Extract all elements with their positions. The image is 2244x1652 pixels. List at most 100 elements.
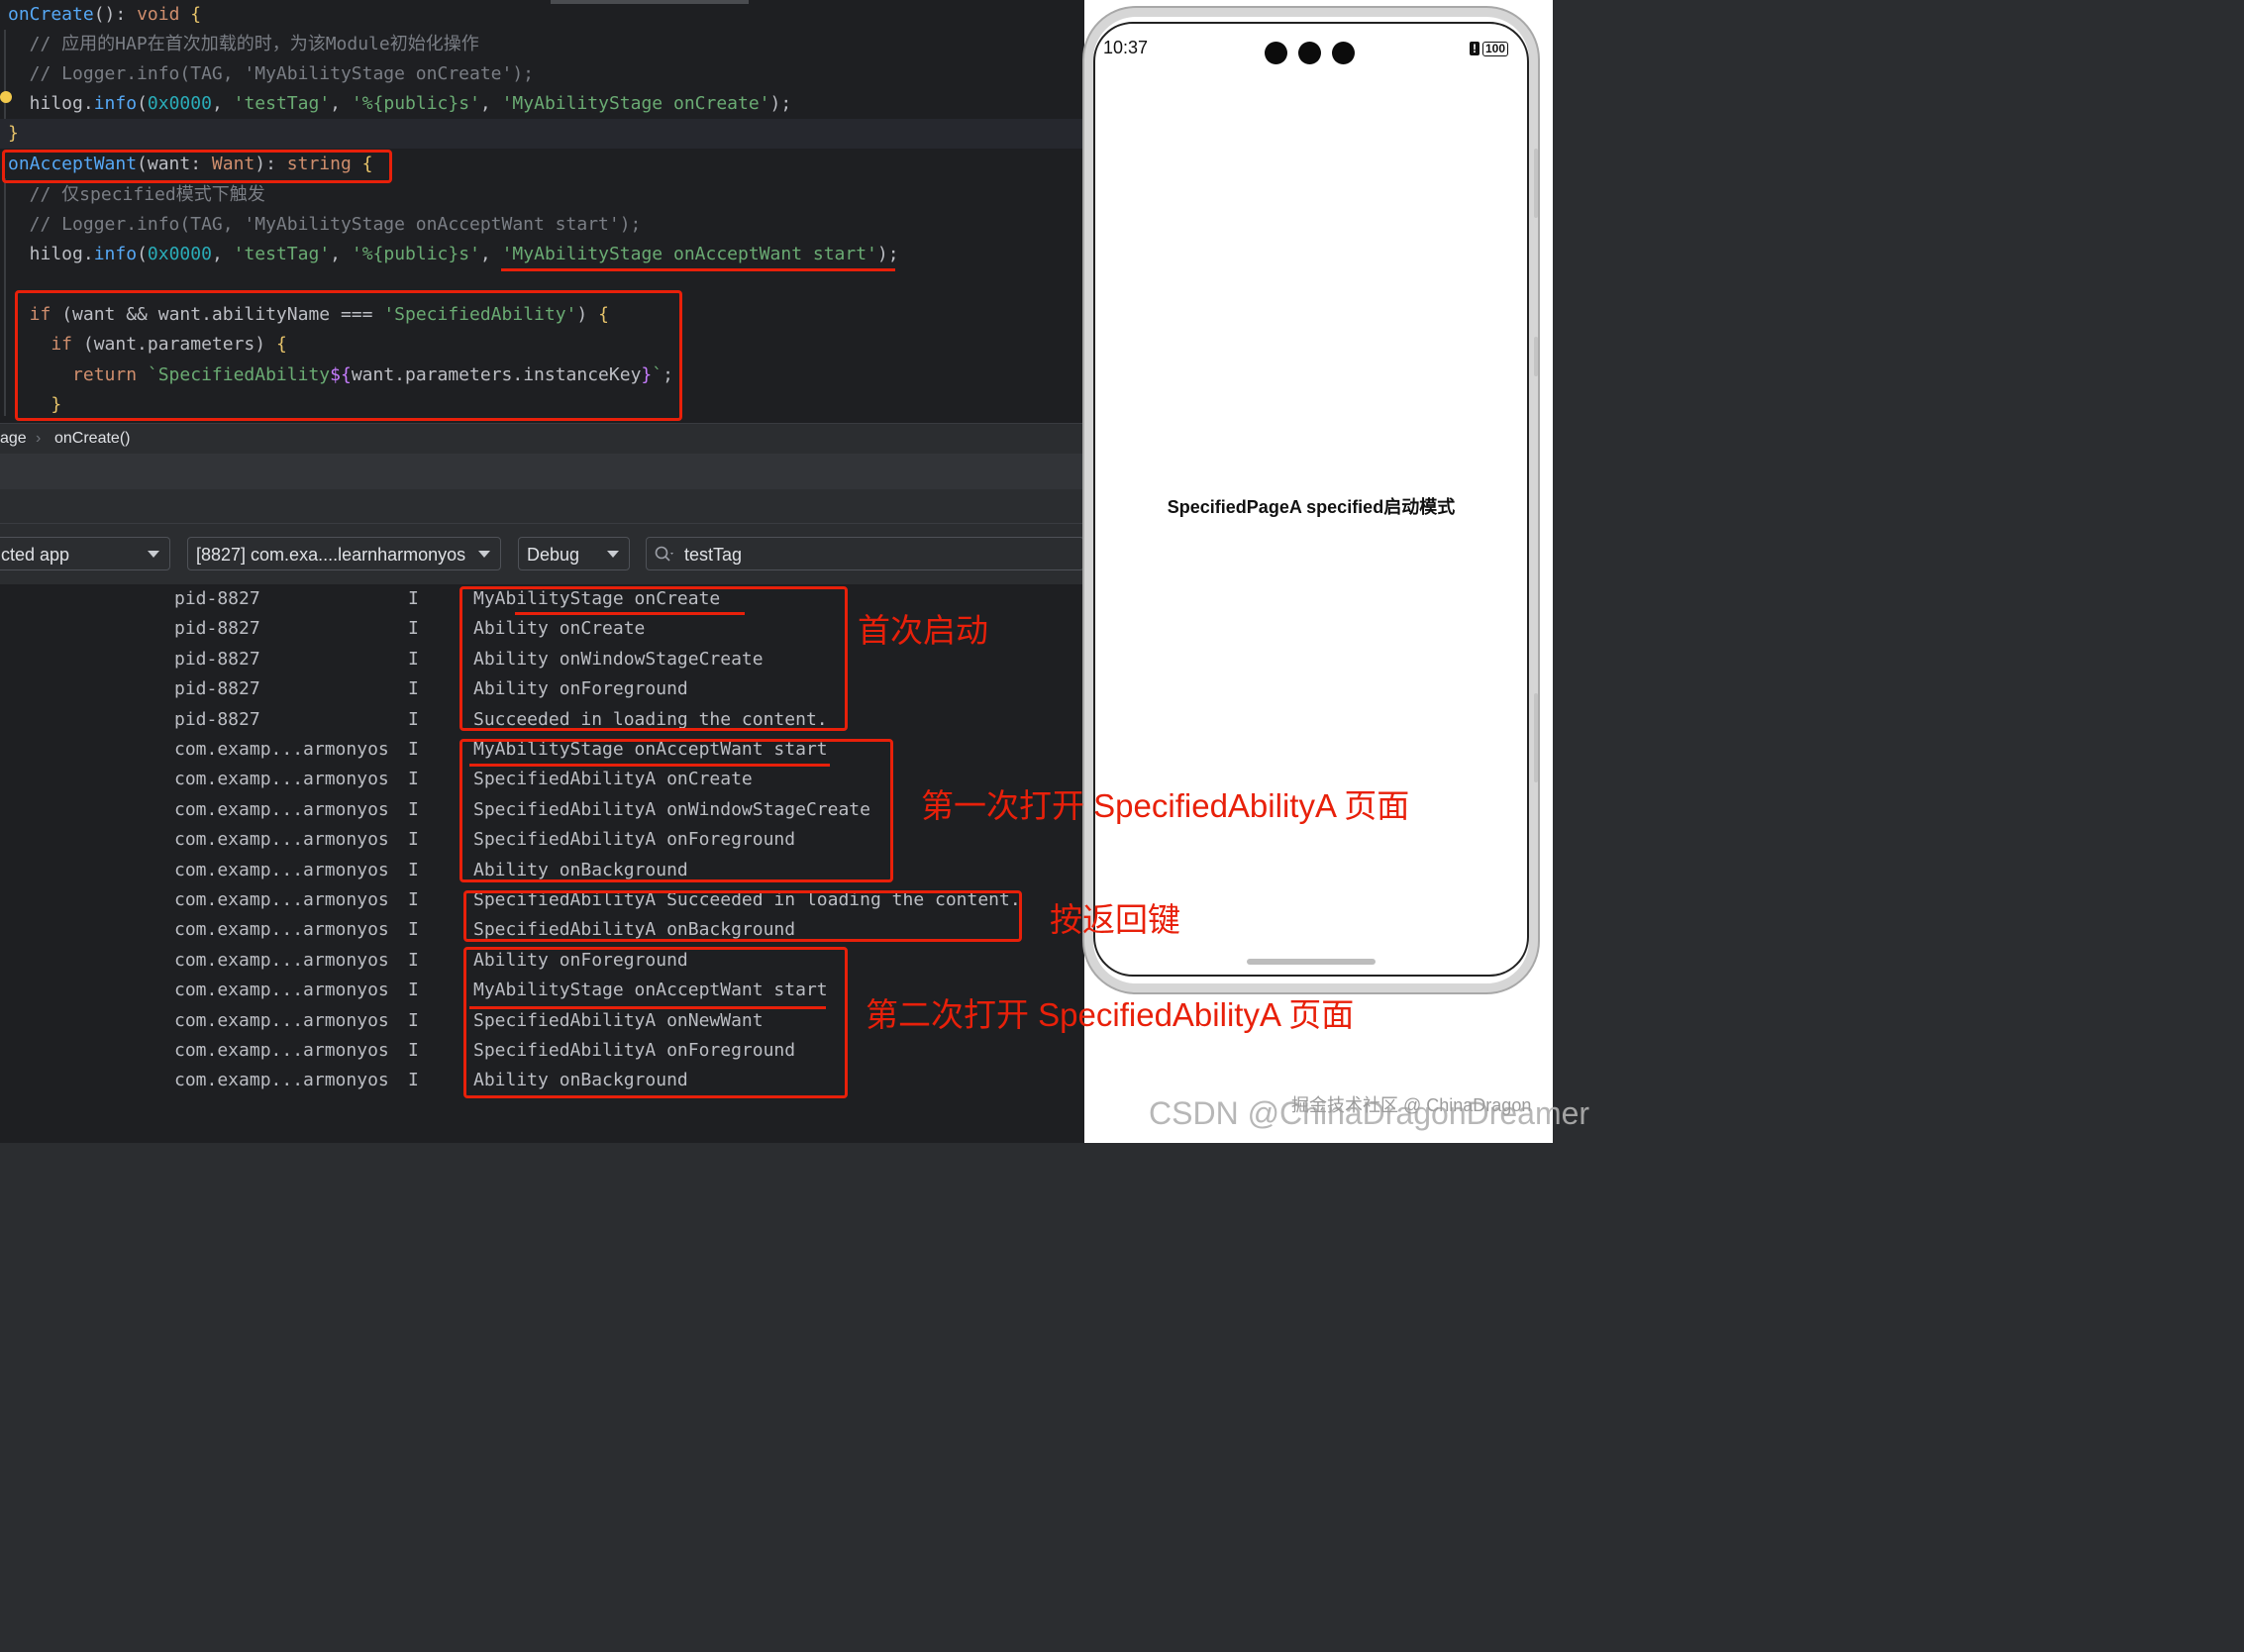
code-token: 'MyAbilityStage onCreate' — [501, 93, 770, 114]
code-token: ); — [876, 244, 899, 264]
dropdown-arrow-icon — [607, 551, 619, 558]
code-token: onCreate — [8, 4, 94, 25]
code-token: '%{public}s' — [351, 244, 480, 264]
panel-header — [0, 489, 1084, 523]
code-token: , — [330, 244, 352, 264]
lightbulb-icon[interactable] — [0, 91, 12, 103]
home-indicator[interactable] — [1247, 959, 1376, 965]
code-line: // Logger.info(TAG, 'MyAbilityStage onCr… — [8, 59, 534, 89]
camera-icon — [1298, 42, 1321, 64]
code-token: info — [93, 93, 138, 114]
alert-icon: ! — [1470, 42, 1479, 55]
log-level: I — [408, 829, 419, 851]
log-level: I — [408, 618, 419, 640]
search-icon — [655, 546, 673, 562]
code-token: , — [211, 244, 234, 264]
battery-icon: 100 — [1482, 42, 1509, 56]
log-level: I — [408, 678, 419, 700]
code-token: void — [137, 4, 180, 25]
log-level: I — [408, 769, 419, 790]
code-token: (): — [93, 4, 138, 25]
log-tag: com.examp...armonyos — [174, 798, 389, 820]
panel-tabs-bar — [0, 454, 1084, 489]
log-level: I — [408, 739, 419, 760]
log-level: I — [408, 919, 419, 941]
annotation-second-open: 第二次打开 SpecifiedAbilityA 页面 — [866, 996, 1355, 1033]
watermark-juejin: 掘金技术社区 @ ChinaDragon — [1291, 1095, 1532, 1115]
process-filter-value: [8827] com.exa....learnharmonyos — [196, 545, 466, 565]
code-token: ( — [137, 244, 148, 264]
code-token: info — [93, 244, 138, 264]
log-level: I — [408, 949, 419, 971]
log-tag: com.examp...armonyos — [174, 769, 389, 790]
highlight-box-first-open — [459, 739, 893, 882]
log-tag: pid-8827 — [174, 618, 260, 640]
log-tag: com.examp...armonyos — [174, 919, 389, 941]
annotation-press-back: 按返回键 — [1050, 901, 1180, 938]
log-tag: com.examp...armonyos — [174, 889, 389, 910]
battery-indicator: ! 100 — [1470, 42, 1509, 56]
device-filter-value: cted app — [1, 545, 70, 565]
code-token: , — [330, 93, 352, 114]
log-level-dropdown[interactable]: Debug — [518, 537, 630, 570]
log-level: I — [408, 588, 419, 609]
log-level: I — [408, 798, 419, 820]
highlight-box-onacceptwant — [2, 150, 392, 183]
log-tag: com.examp...armonyos — [174, 1070, 389, 1091]
code-token: '%{public}s' — [351, 93, 480, 114]
breadcrumb-separator-icon: › — [36, 430, 42, 447]
dropdown-arrow-icon — [148, 551, 159, 558]
log-tag: com.examp...armonyos — [174, 739, 389, 760]
log-level: I — [408, 889, 419, 910]
code-line: hilog.info(0x0000, 'testTag', '%{public}… — [8, 240, 899, 269]
log-level: I — [408, 708, 419, 730]
editor-scrollbar[interactable] — [551, 0, 749, 4]
highlight-box-back — [463, 890, 1022, 942]
log-level: I — [408, 1070, 419, 1091]
code-token: 'testTag' — [233, 244, 331, 264]
code-token: // 应用的HAP在首次加载的时，为该Module初始化操作 — [8, 34, 479, 54]
indent-guide — [4, 30, 6, 119]
log-tag: com.examp...armonyos — [174, 1009, 389, 1031]
code-token: // Logger.info(TAG, 'MyAbilityStage onCr… — [8, 63, 535, 84]
code-token: hilog. — [8, 93, 94, 114]
highlight-box-first-launch — [459, 586, 848, 731]
code-line: // Logger.info(TAG, 'MyAbilityStage onAc… — [8, 210, 642, 240]
camera-icon — [1265, 42, 1287, 64]
code-token: 'testTag' — [233, 93, 331, 114]
log-level: I — [408, 859, 419, 880]
log-tag: com.examp...armonyos — [174, 949, 389, 971]
code-token: , — [479, 93, 502, 114]
annotation-first-launch: 首次启动 — [858, 612, 988, 649]
log-tag: com.examp...armonyos — [174, 980, 389, 1001]
log-level: I — [408, 648, 419, 670]
highlight-box-if-block — [15, 290, 682, 421]
log-level: I — [408, 1040, 419, 1061]
log-search-input[interactable]: testTag — [646, 537, 1084, 570]
process-filter-dropdown[interactable]: [8827] com.exa....learnharmonyos — [187, 537, 501, 570]
device-filter-dropdown[interactable]: cted app — [0, 537, 170, 570]
code-token: { — [179, 4, 202, 25]
camera-icon — [1332, 42, 1355, 64]
code-token: ( — [137, 93, 148, 114]
breadcrumb: age › onCreate() — [0, 423, 1084, 454]
code-token: 0x0000 — [147, 244, 212, 264]
indent-guide — [4, 178, 6, 416]
code-token: ); — [769, 93, 792, 114]
page-title: SpecifiedPageA specified启动模式 — [1167, 497, 1456, 517]
breadcrumb-parent[interactable]: age — [0, 424, 27, 454]
log-tag: com.examp...armonyos — [174, 859, 389, 880]
code-token: , — [479, 244, 502, 264]
power-button — [1534, 337, 1538, 376]
side-button — [1534, 693, 1538, 782]
breadcrumb-current[interactable]: onCreate() — [54, 424, 130, 454]
log-level: I — [408, 1009, 419, 1031]
code-token: 0x0000 — [147, 93, 212, 114]
underline-mystage-oncreate — [515, 612, 745, 615]
underline-acceptwant-2 — [469, 1006, 826, 1009]
code-line: // 应用的HAP在首次加载的时，为该Module初始化操作 — [8, 30, 479, 59]
log-tag: com.examp...armonyos — [174, 829, 389, 851]
code-token: 'MyAbilityStage onAcceptWant start' — [501, 244, 877, 264]
log-tag: pid-8827 — [174, 648, 260, 670]
current-line-highlight — [0, 119, 1084, 149]
